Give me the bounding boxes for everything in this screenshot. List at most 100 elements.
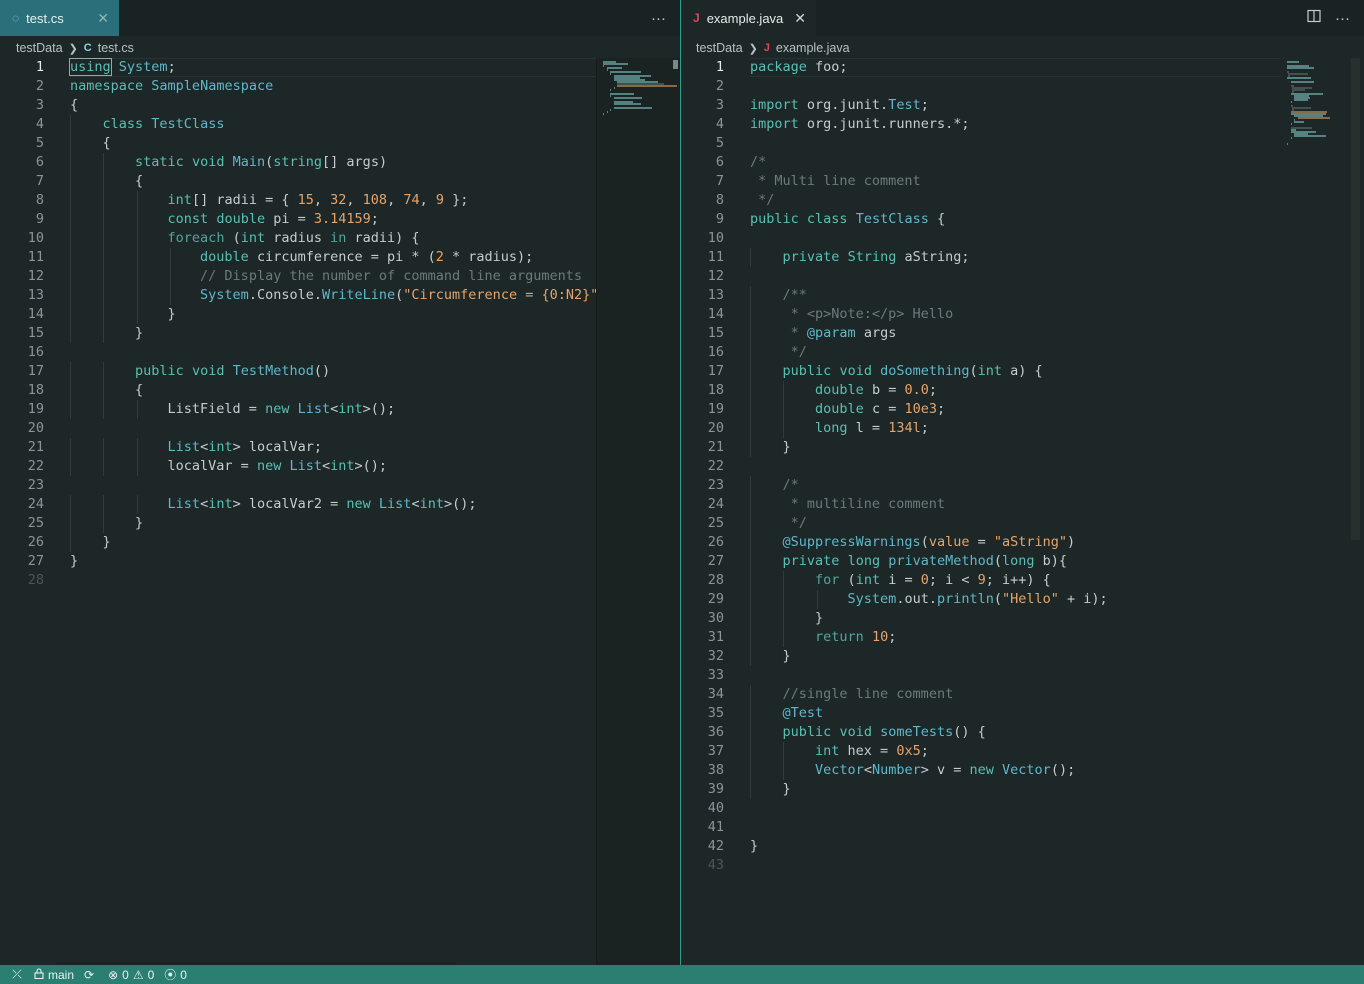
code-line[interactable]: 40 (681, 799, 1281, 818)
code-line[interactable]: 36 public void someTests() { (681, 723, 1281, 742)
code-line[interactable]: 16 */ (681, 343, 1281, 362)
code-line[interactable]: 4 class TestClass (0, 115, 596, 134)
problems-indicator[interactable]: ⊗ 0 ⚠ 0 (108, 968, 154, 982)
code-line[interactable]: 21 List<int> localVar; (0, 438, 596, 457)
code-line[interactable]: 17 public void TestMethod() (0, 362, 596, 381)
code-line[interactable]: 16 (0, 343, 596, 362)
code-editor-left[interactable]: 1 using System; 2 namespace SampleNamespace… (0, 58, 680, 965)
more-actions-icon[interactable]: ··· (1335, 10, 1350, 27)
code-line[interactable]: 22 (681, 457, 1281, 476)
code-line[interactable]: 25 } (0, 514, 596, 533)
code-line[interactable]: 4 import org.junit.runners.*; (681, 115, 1281, 134)
code-line[interactable]: 14 * <p>Note:</p> Hello (681, 305, 1281, 324)
code-line[interactable]: 39 } (681, 780, 1281, 799)
code-line[interactable]: 34 //single line comment (681, 685, 1281, 704)
code-line[interactable]: 33 (681, 666, 1281, 685)
code-line[interactable]: 18 { (0, 381, 596, 400)
code-line[interactable]: 2 namespace SampleNamespace (0, 77, 596, 96)
code-line[interactable]: 28 for (int i = 0; i < 9; i++) { (681, 571, 1281, 590)
code-line[interactable]: 5 { (0, 134, 596, 153)
code-line[interactable]: 17 public void doSomething(int a) { (681, 362, 1281, 381)
ports-indicator[interactable]: ⦿ 0 (164, 966, 187, 983)
split-editor-icon[interactable] (1307, 9, 1321, 27)
breadcrumb-folder[interactable]: testData (16, 41, 63, 55)
tab-actions-left: ··· (651, 0, 666, 36)
code-line[interactable]: 20 (0, 419, 596, 438)
code-line[interactable]: 7 * Multi line comment (681, 172, 1281, 191)
code-line[interactable]: 24 * multiline comment (681, 495, 1281, 514)
remote-icon[interactable]: ⤫ (0, 965, 34, 984)
branch-indicator[interactable]: main (34, 968, 74, 982)
code-line[interactable]: 23 (0, 476, 596, 495)
code-line[interactable]: 3{ (0, 96, 596, 115)
tab-test-cs[interactable]: ◌ test.cs ✕ (0, 0, 119, 36)
code-line[interactable]: 10 foreach (int radius in radii) { (0, 229, 596, 248)
code-line[interactable]: 38 Vector<Number> v = new Vector(); (681, 761, 1281, 780)
tab-example-java[interactable]: J example.java ✕ (681, 0, 816, 36)
code-line[interactable]: 29 System.out.println("Hello" + i); (681, 590, 1281, 609)
code-line[interactable]: 32 } (681, 647, 1281, 666)
minimap-slider[interactable] (673, 60, 678, 69)
code-line[interactable]: 18 double b = 0.0; (681, 381, 1281, 400)
line-number: 27 (707, 553, 724, 569)
code-line[interactable]: 10 (681, 229, 1281, 248)
code-line[interactable]: 26 } (0, 533, 596, 552)
code-line[interactable]: 11 double circumference = pi * (2 * radi… (0, 248, 596, 267)
line-number: 42 (707, 838, 724, 854)
code-line[interactable]: 1 using System; (0, 58, 596, 77)
code-line[interactable]: 7 { (0, 172, 596, 191)
code-line[interactable]: 35 @Test (681, 704, 1281, 723)
breadcrumb-file[interactable]: example.java (776, 41, 850, 55)
code-line[interactable]: 20 long l = 134l; (681, 419, 1281, 438)
code-line[interactable]: 43 (681, 856, 1281, 875)
code-line[interactable]: 23 /* (681, 476, 1281, 495)
code-line[interactable]: 21 } (681, 438, 1281, 457)
code-line[interactable]: 27} (0, 552, 596, 571)
code-line[interactable]: 25 */ (681, 514, 1281, 533)
code-line[interactable]: 26 @SuppressWarnings(value = "aString") (681, 533, 1281, 552)
close-icon[interactable]: ✕ (97, 10, 109, 27)
more-actions-icon[interactable]: ··· (651, 10, 666, 27)
line-number: 14 (707, 306, 724, 322)
code-line[interactable]: 30 } (681, 609, 1281, 628)
code-line[interactable]: 42} (681, 837, 1281, 856)
code-line[interactable]: 13 /** (681, 286, 1281, 305)
code-line[interactable]: 37 int hex = 0x5; (681, 742, 1281, 761)
line-content: public void doSomething(int a) { (782, 363, 1043, 379)
vertical-scrollbar[interactable] (1350, 58, 1360, 540)
code-line[interactable]: 8 int[] radii = { 15, 32, 108, 74, 9 }; (0, 191, 596, 210)
code-line[interactable]: 31 return 10; (681, 628, 1281, 647)
code-line[interactable]: 13 System.Console.WriteLine("Circumferen… (0, 286, 596, 305)
code-area[interactable]: 1 package foo; 2 3 import org.junit.Test; 4 im… (681, 58, 1281, 965)
code-line[interactable]: 24 List<int> localVar2 = new List<int>()… (0, 495, 596, 514)
code-line[interactable]: 19 ListField = new List<int>(); (0, 400, 596, 419)
code-editor-right[interactable]: 1 package foo; 2 3 import org.junit.Test; 4 im… (681, 58, 1364, 965)
code-area[interactable]: 1 using System; 2 namespace SampleNamespace… (0, 58, 596, 965)
code-line[interactable]: 27 private long privateMethod(long b){ (681, 552, 1281, 571)
close-icon[interactable]: ✕ (794, 10, 806, 27)
code-line[interactable]: 11 private String aString; (681, 248, 1281, 267)
breadcrumb-folder[interactable]: testData (696, 41, 743, 55)
code-line[interactable]: 28 (0, 571, 596, 590)
code-line[interactable]: 12 (681, 267, 1281, 286)
code-line[interactable]: 6 static void Main(string[] args) (0, 153, 596, 172)
minimap[interactable] (596, 58, 680, 965)
code-line[interactable]: 2 (681, 77, 1281, 96)
minimap[interactable] (1281, 58, 1349, 965)
breadcrumb-file[interactable]: test.cs (98, 41, 134, 55)
code-line[interactable]: 15 * @param args (681, 324, 1281, 343)
code-line[interactable]: 19 double c = 10e3; (681, 400, 1281, 419)
code-line[interactable]: 41 (681, 818, 1281, 837)
code-line[interactable]: 14 } (0, 305, 596, 324)
code-line[interactable]: 1 package foo; (681, 58, 1281, 77)
code-line[interactable]: 9 public class TestClass { (681, 210, 1281, 229)
sync-button[interactable]: ⟳ (84, 968, 98, 982)
code-line[interactable]: 6 /* (681, 153, 1281, 172)
code-line[interactable]: 3 import org.junit.Test; (681, 96, 1281, 115)
code-line[interactable]: 9 const double pi = 3.14159; (0, 210, 596, 229)
code-line[interactable]: 15 } (0, 324, 596, 343)
code-line[interactable]: 12 // Display the number of command line… (0, 267, 596, 286)
code-line[interactable]: 8 */ (681, 191, 1281, 210)
code-line[interactable]: 22 localVar = new List<int>(); (0, 457, 596, 476)
code-line[interactable]: 5 (681, 134, 1281, 153)
